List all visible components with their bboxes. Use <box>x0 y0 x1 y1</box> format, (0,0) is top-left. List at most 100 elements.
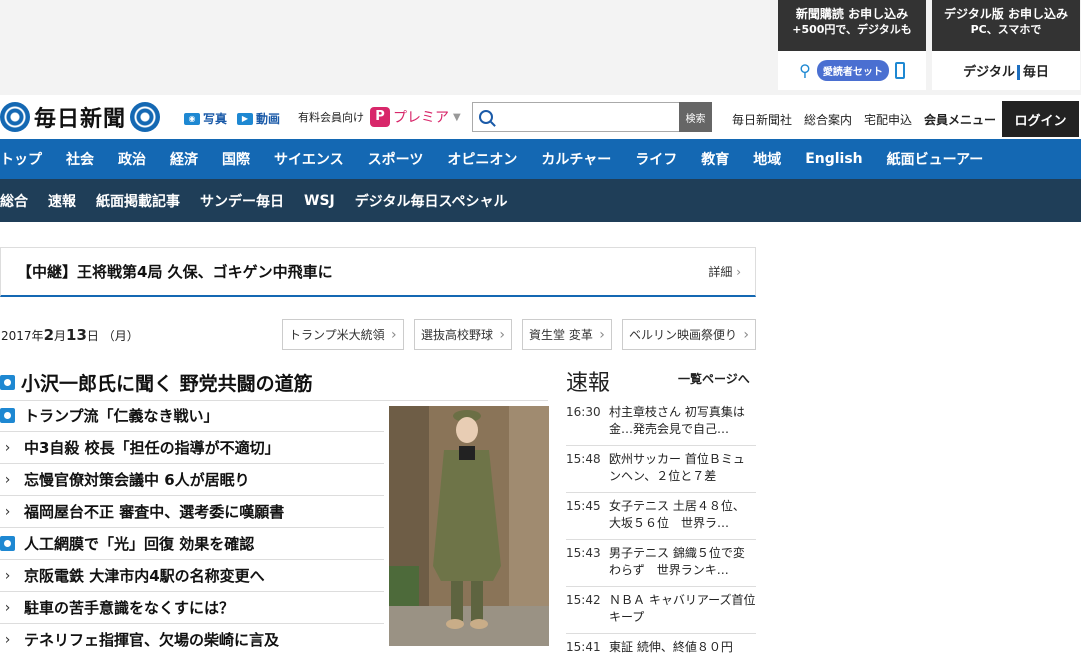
topic-tag[interactable]: トランプ米大統領 <box>282 319 404 350</box>
date-year: 2017 <box>1 329 32 343</box>
headline-item[interactable]: › 福岡屋台不正 審査中、選考委に嘆願書 <box>0 496 384 528</box>
search-box <box>472 102 679 132</box>
premier-name: プレミア <box>393 110 449 126</box>
top-headline-text: 小沢一郎氏に聞く 野党共闘の道筋 <box>21 373 313 395</box>
headline-item[interactable]: › 京阪電鉄 大津市内4駅の名称変更へ <box>0 560 384 592</box>
nav-opinion[interactable]: オピニオン <box>447 149 517 169</box>
search-icon <box>479 110 493 124</box>
breaking-news-item[interactable]: 15:48 欧州サッカー 首位Ｂミュンヘン、２位と７差 <box>566 451 756 493</box>
headline-item[interactable]: 人工網膜で「光」回復 効果を確認 <box>0 528 384 560</box>
breaking-news-more-link[interactable]: 一覧ページへ <box>678 370 750 387</box>
nav-top[interactable]: トップ <box>0 149 42 169</box>
subnav-digital-special[interactable]: デジタル毎日スペシャル <box>355 191 508 211</box>
headline-text: 京阪電鉄 大津市内4駅の名称変更へ <box>24 567 265 585</box>
headline-text: テネリフェ指揮官、欠場の柴崎に言及 <box>24 631 280 649</box>
search-input[interactable] <box>497 104 679 130</box>
main-nav: トップ 社会 政治 経済 国際 サイエンス スポーツ オピニオン カルチャー ラ… <box>0 139 1081 179</box>
premier-p-icon: P <box>370 107 390 127</box>
login-button[interactable]: ログイン <box>1002 101 1079 137</box>
logo-text: デジタル <box>963 65 1015 80</box>
nav-sports[interactable]: スポーツ <box>368 149 424 169</box>
live-banner-more[interactable]: 詳細 › <box>708 263 741 280</box>
subnav-general[interactable]: 総合 <box>0 191 28 211</box>
chevron-right-icon: › <box>4 631 11 648</box>
digital-promo[interactable]: デジタル版 お申し込み PC、スマホで デジタル 毎日 <box>932 0 1080 90</box>
news-time: 15:42 <box>566 593 601 607</box>
premier-mark-icon <box>0 408 15 423</box>
headline-text: トランプ流「仁義なき戦い」 <box>24 407 219 425</box>
nav-science[interactable]: サイエンス <box>274 149 344 169</box>
headline-item[interactable]: トランプ流「仁義なき戦い」 <box>0 400 384 432</box>
header-link-member-menu[interactable]: 会員メニュー <box>924 111 996 128</box>
date-month-unit: 月 <box>54 329 67 343</box>
site-header: 毎日新聞 ◉ 写真 ▶ 動画 有料会員向け P プレミア ▼ 検索 毎日新聞社 … <box>0 98 1081 137</box>
news-time: 15:41 <box>566 640 601 654</box>
search-button[interactable]: 検索 <box>679 102 712 132</box>
headline-text: 駐車の苦手意識をなくすには？ <box>24 599 235 617</box>
headline-item[interactable]: › 忘慢官僚対策会議中 6人が居眠り <box>0 464 384 496</box>
photo-link[interactable]: ◉ 写真 <box>184 110 227 127</box>
feature-photo[interactable] <box>389 406 549 646</box>
top-headline[interactable]: 小沢一郎氏に聞く 野党共闘の道筋 <box>0 365 548 401</box>
nav-economy[interactable]: 経済 <box>170 149 198 169</box>
promo-banner[interactable]: デジタル 毎日 <box>932 51 1080 90</box>
promo-banner[interactable]: ⚲ 愛読者セット <box>778 51 926 90</box>
headline-item[interactable]: › 駐車の苦手意識をなくすには？ <box>0 592 384 624</box>
news-headline: 東証 続伸、終値８０円 <box>609 640 733 654</box>
header-link-guide[interactable]: 総合案内 <box>804 111 852 128</box>
caret-down-icon[interactable]: ▼ <box>453 112 461 123</box>
nav-international[interactable]: 国際 <box>222 149 250 169</box>
news-time: 15:45 <box>566 499 601 513</box>
promo-title: 新聞購読 お申し込み <box>795 7 909 21</box>
date-day: 13 <box>66 326 87 344</box>
nav-paper-viewer[interactable]: 紙面ビューアー <box>887 149 984 169</box>
nav-culture[interactable]: カルチャー <box>541 149 611 169</box>
news-headline: 男子テニス 錦織５位で変わらず 世界ランキ… <box>609 546 745 577</box>
chevron-right-icon: › <box>736 265 741 279</box>
header-link-company[interactable]: 毎日新聞社 <box>732 111 792 128</box>
date-month: 2 <box>43 326 54 344</box>
topic-tag[interactable]: 選抜高校野球 <box>414 319 513 350</box>
headline-item[interactable]: › テネリフェ指揮官、欠場の柴崎に言及 <box>0 624 384 655</box>
breaking-news-item[interactable]: 16:30 村主章枝さん 初写真集は金…発売会見で自己… <box>566 404 756 446</box>
subnav-wsj[interactable]: WSJ <box>304 193 335 209</box>
topic-tag[interactable]: 資生堂 変革 <box>522 319 612 350</box>
date-day-unit: 日 <box>86 329 99 343</box>
logo-accent: 毎日 <box>1016 65 1049 80</box>
breaking-news-item[interactable]: 15:43 男子テニス 錦織５位で変わらず 世界ランキ… <box>566 545 756 587</box>
nav-english[interactable]: English <box>805 151 862 167</box>
header-link-delivery[interactable]: 宅配申込 <box>864 111 912 128</box>
video-link[interactable]: ▶ 動画 <box>237 110 280 127</box>
site-logo[interactable]: 毎日新聞 <box>0 101 161 133</box>
subnav-print-articles[interactable]: 紙面掲載記事 <box>96 191 180 211</box>
nav-education[interactable]: 教育 <box>701 149 729 169</box>
news-time: 15:43 <box>566 546 601 560</box>
premier-link[interactable]: 有料会員向け P プレミア ▼ <box>298 107 461 127</box>
nav-society[interactable]: 社会 <box>66 149 94 169</box>
premier-prefix: 有料会員向け <box>298 111 364 124</box>
nav-life[interactable]: ライフ <box>635 149 677 169</box>
breaking-news-item[interactable]: 15:45 女子テニス 土居４８位、大坂５６位 世界ラ… <box>566 498 756 540</box>
live-banner[interactable]: 【中継】王将戦第4局 久保、ゴキゲン中飛車に 詳細 › <box>0 247 756 297</box>
breaking-news-item[interactable]: 15:41 東証 続伸、終値８０円 <box>566 639 756 655</box>
live-banner-text: 【中継】王将戦第4局 久保、ゴキゲン中飛車に <box>17 263 333 281</box>
headline-item[interactable]: › 中3自殺 校長「担任の指導が不適切」 <box>0 432 384 464</box>
news-headline: ＮＢＡ キャバリアーズ首位キープ <box>609 593 756 624</box>
headline-text: 忘慢官僚対策会議中 6人が居眠り <box>24 471 250 489</box>
chevron-right-icon: › <box>4 471 11 488</box>
subscribe-promo[interactable]: 新聞購読 お申し込み +500円で、デジタルも ⚲ 愛読者セット <box>778 0 926 90</box>
promo-subtitle: PC、スマホで <box>970 23 1042 36</box>
nav-politics[interactable]: 政治 <box>118 149 146 169</box>
subnav-sunday-mainichi[interactable]: サンデー毎日 <box>200 191 284 211</box>
chevron-right-icon: › <box>4 599 11 616</box>
nav-region[interactable]: 地域 <box>753 149 781 169</box>
breaking-news-item[interactable]: 15:42 ＮＢＡ キャバリアーズ首位キープ <box>566 592 756 634</box>
digital-mainichi-logo: デジタル 毎日 <box>963 61 1049 80</box>
reader-set-button[interactable]: 愛読者セット <box>816 60 889 81</box>
topic-tag[interactable]: ベルリン映画祭便り <box>622 319 757 350</box>
photo-link-label: 写真 <box>203 112 228 126</box>
subnav-breaking[interactable]: 速報 <box>48 191 76 211</box>
sub-nav: 総合 速報 紙面掲載記事 サンデー毎日 WSJ デジタル毎日スペシャル <box>0 179 1081 222</box>
news-headline: 欧州サッカー 首位Ｂミュンヘン、２位と７差 <box>609 452 745 483</box>
promo-title: デジタル版 お申し込み <box>944 7 1068 21</box>
